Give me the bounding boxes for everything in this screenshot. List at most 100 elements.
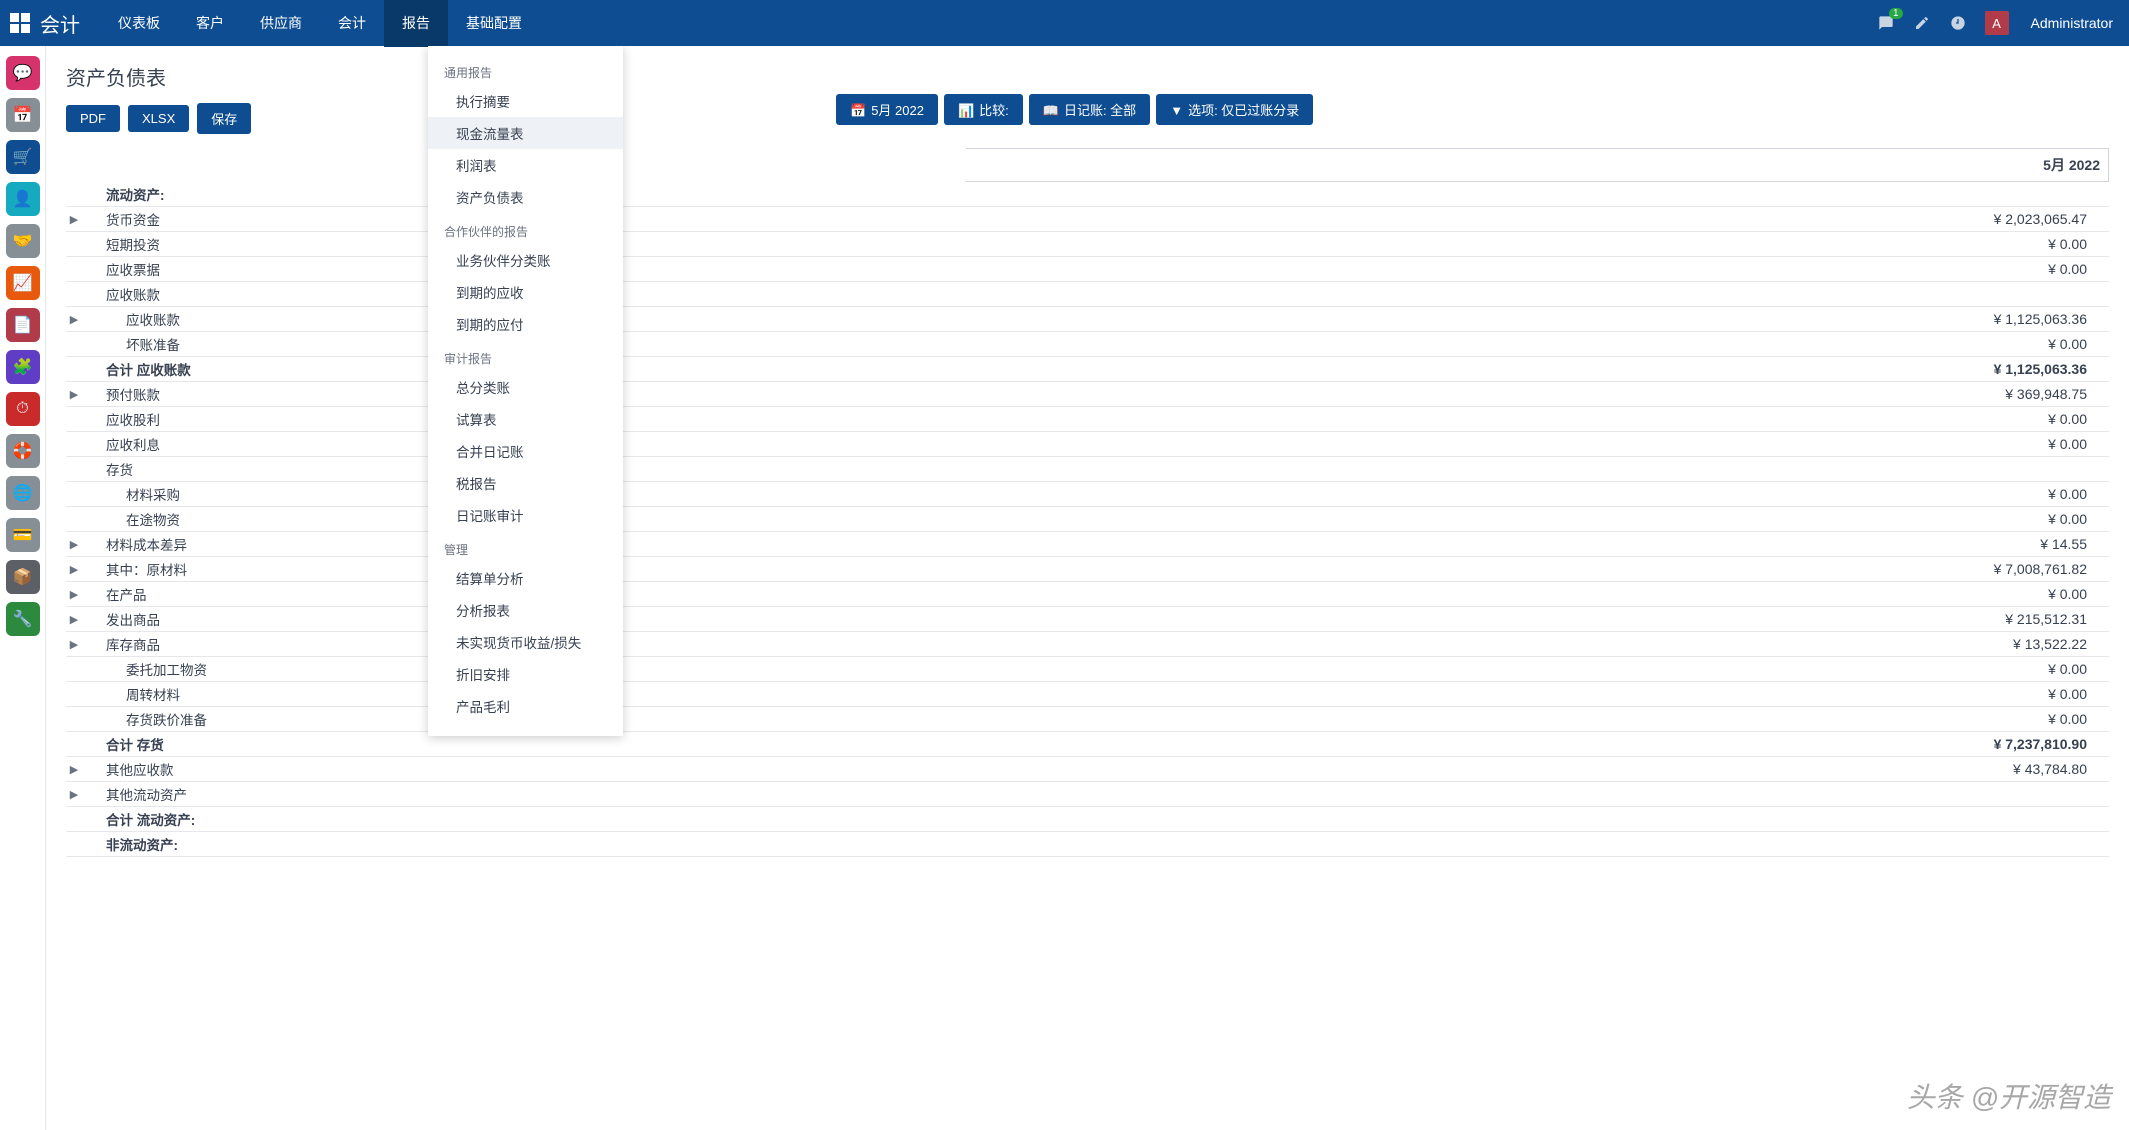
- nav-item-3[interactable]: 会计: [320, 0, 384, 47]
- row-amount: ¥ 0.00: [1949, 711, 2109, 727]
- row-label: 应收利息: [82, 434, 1949, 454]
- dropdown-item[interactable]: 结算单分析: [428, 562, 623, 594]
- dropdown-group-header: 通用报告: [428, 54, 623, 85]
- dropdown-item[interactable]: 利润表: [428, 149, 623, 181]
- row-label: 预付账款: [82, 384, 1949, 404]
- dropdown-item[interactable]: 分析报表: [428, 594, 623, 626]
- row-label: 周转材料: [82, 684, 1949, 704]
- card-icon[interactable]: 💳: [6, 518, 40, 552]
- expand-caret-icon[interactable]: ▶: [66, 388, 82, 401]
- expand-caret-icon[interactable]: ▶: [66, 563, 82, 576]
- nav-item-5[interactable]: 基础配置: [448, 0, 540, 47]
- date-filter-button[interactable]: 📅5月 2022: [836, 94, 938, 125]
- report-row: ▶应收股利¥ 0.00: [66, 407, 2109, 432]
- dropdown-item[interactable]: 合并日记账: [428, 435, 623, 467]
- report-row: ▶存货跌价准备¥ 0.00: [66, 707, 2109, 732]
- expand-caret-icon[interactable]: ▶: [66, 538, 82, 551]
- expand-caret-icon[interactable]: ▶: [66, 763, 82, 776]
- expand-caret-icon[interactable]: ▶: [66, 638, 82, 651]
- report-row: ▶存货: [66, 457, 2109, 482]
- row-label: 坏账准备: [82, 334, 1949, 354]
- settings-icon[interactable]: 🔧: [6, 602, 40, 636]
- filter-bar: 📅5月 2022 📊比较: 📖日记账: 全部 ▼选项: 仅已过账分录: [836, 94, 1313, 125]
- analytics-icon[interactable]: 📈: [6, 266, 40, 300]
- dropdown-item[interactable]: 未实现货币收益/损失: [428, 626, 623, 658]
- expand-caret-icon[interactable]: ▶: [66, 613, 82, 626]
- row-label: 应收票据: [82, 259, 1949, 279]
- report-row: ▶周转材料¥ 0.00: [66, 682, 2109, 707]
- row-amount: ¥ 0.00: [1949, 236, 2109, 252]
- dropdown-item[interactable]: 到期的应收: [428, 276, 623, 308]
- dropdown-item[interactable]: 业务伙伴分类账: [428, 244, 623, 276]
- row-amount: ¥ 0.00: [1949, 686, 2109, 702]
- expand-caret-icon[interactable]: ▶: [66, 213, 82, 226]
- apps-grid-icon[interactable]: [8, 11, 32, 35]
- journal-filter-button[interactable]: 📖日记账: 全部: [1029, 94, 1150, 125]
- chat-icon[interactable]: 💬: [6, 56, 40, 90]
- dropdown-item[interactable]: 现金流量表: [428, 117, 623, 149]
- row-label: 其中：原材料: [82, 559, 1949, 579]
- row-label: 非流动资产:: [82, 834, 1949, 854]
- dropdown-item[interactable]: 总分类账: [428, 371, 623, 403]
- row-label: 流动资产:: [82, 184, 1949, 204]
- row-label: 在途物资: [82, 509, 1949, 529]
- app-brand: 会计: [40, 9, 80, 38]
- report-row: ▶库存商品¥ 13,522.22: [66, 632, 2109, 657]
- compare-filter-button[interactable]: 📊比较:: [944, 94, 1023, 125]
- row-label: 委托加工物资: [82, 659, 1949, 679]
- contact-icon[interactable]: 👤: [6, 182, 40, 216]
- report-row: ▶合计 流动资产:: [66, 807, 2109, 832]
- edit-icon[interactable]: [1913, 14, 1931, 32]
- row-amount: ¥ 0.00: [1949, 586, 2109, 602]
- globe-icon[interactable]: 🌐: [6, 476, 40, 510]
- user-avatar[interactable]: A: [1985, 11, 2009, 35]
- filter-icon: ▼: [1170, 103, 1183, 118]
- calendar-icon: 📅: [850, 103, 866, 119]
- row-amount: ¥ 0.00: [1949, 436, 2109, 452]
- nav-item-2[interactable]: 供应商: [242, 0, 320, 47]
- row-label: 材料成本差异: [82, 534, 1949, 554]
- row-label: 材料采购: [82, 484, 1949, 504]
- expand-caret-icon[interactable]: ▶: [66, 588, 82, 601]
- cart-icon[interactable]: 🛒: [6, 140, 40, 174]
- username-label[interactable]: Administrator: [2031, 15, 2113, 31]
- dropdown-item[interactable]: 执行摘要: [428, 85, 623, 117]
- dropdown-item[interactable]: 到期的应付: [428, 308, 623, 340]
- report-row: ▶其他流动资产: [66, 782, 2109, 807]
- report-row: ▶发出商品¥ 215,512.31: [66, 607, 2109, 632]
- row-amount: ¥ 0.00: [1949, 511, 2109, 527]
- expand-caret-icon[interactable]: ▶: [66, 788, 82, 801]
- dropdown-group-header: 管理: [428, 531, 623, 562]
- timer-icon[interactable]: ⏱: [6, 392, 40, 426]
- plugin-icon[interactable]: 🧩: [6, 350, 40, 384]
- row-label: 货币资金: [82, 209, 1949, 229]
- dropdown-item[interactable]: 日记账审计: [428, 499, 623, 531]
- dropdown-item[interactable]: 折旧安排: [428, 658, 623, 690]
- dropdown-item[interactable]: 产品毛利: [428, 690, 623, 722]
- report-row: ▶合计 存货¥ 7,237,810.90: [66, 732, 2109, 757]
- row-label: 短期投资: [82, 234, 1949, 254]
- nav-item-4[interactable]: 报告: [384, 0, 448, 47]
- clock-icon[interactable]: [1949, 14, 1967, 32]
- handshake-icon[interactable]: 🤝: [6, 224, 40, 258]
- book-icon: 📖: [1043, 103, 1059, 119]
- nav-item-0[interactable]: 仪表板: [100, 0, 178, 47]
- report-row: ▶在产品¥ 0.00: [66, 582, 2109, 607]
- pdf-button[interactable]: PDF: [66, 105, 120, 132]
- invoice-icon[interactable]: 📄: [6, 308, 40, 342]
- support-icon[interactable]: 🛟: [6, 434, 40, 468]
- messages-icon[interactable]: 1: [1877, 14, 1895, 32]
- dropdown-item[interactable]: 资产负债表: [428, 181, 623, 213]
- dropdown-item[interactable]: 税报告: [428, 467, 623, 499]
- xlsx-button[interactable]: XLSX: [128, 105, 189, 132]
- dropdown-group-header: 审计报告: [428, 340, 623, 371]
- options-filter-button[interactable]: ▼选项: 仅已过账分录: [1156, 94, 1313, 125]
- report-row: ▶其中：原材料¥ 7,008,761.82: [66, 557, 2109, 582]
- save-button[interactable]: 保存: [197, 103, 251, 134]
- nav-item-1[interactable]: 客户: [178, 0, 242, 47]
- row-amount: ¥ 2,023,065.47: [1949, 211, 2109, 227]
- dropdown-item[interactable]: 试算表: [428, 403, 623, 435]
- calendar-icon[interactable]: 📅: [6, 98, 40, 132]
- expand-caret-icon[interactable]: ▶: [66, 313, 82, 326]
- package-icon[interactable]: 📦: [6, 560, 40, 594]
